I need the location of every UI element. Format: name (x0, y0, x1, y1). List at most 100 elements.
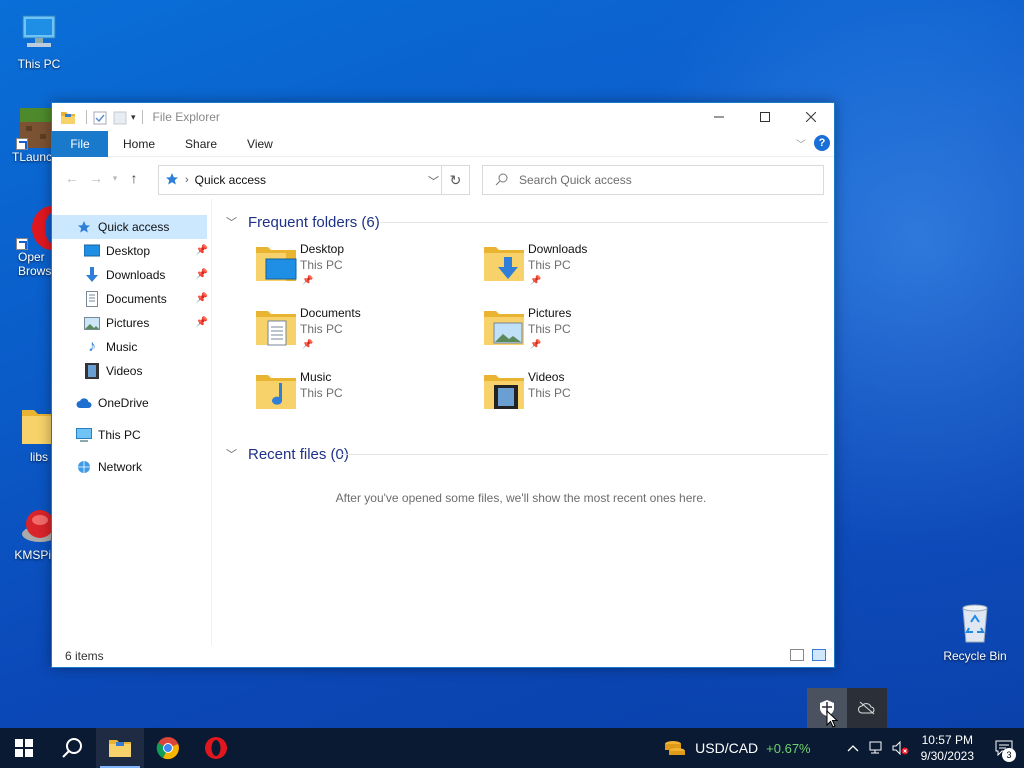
currency-change: +0.67% (766, 740, 811, 756)
network-monitor-icon[interactable] (865, 741, 889, 755)
folder-tile-downloads[interactable]: Downloads This PC 📌 (482, 241, 710, 291)
folder-tile-pictures[interactable]: Pictures This PC 📌 (482, 305, 710, 355)
breadcrumb[interactable]: Quick access (195, 173, 266, 187)
sidebar-item-pictures[interactable]: Pictures 📌 (52, 311, 212, 335)
breadcrumb-chevron-icon[interactable]: › (185, 174, 189, 186)
action-center-button[interactable]: 3 (984, 728, 1024, 768)
tab-home[interactable]: Home (108, 137, 170, 151)
title-bar[interactable]: ▾ File Explorer (52, 103, 834, 131)
properties-icon[interactable] (93, 111, 107, 125)
address-dropdown-chevron-icon[interactable]: ﹀ (428, 173, 439, 189)
desktop-icon-this-pc[interactable]: This PC (0, 10, 78, 71)
frequent-folders-grid: Desktop This PC 📌 Downloads This PC 📌 Do… (220, 233, 834, 419)
notification-count-badge: 3 (1002, 748, 1016, 762)
divider (380, 222, 828, 223)
onedrive-offline-icon[interactable] (847, 688, 887, 728)
details-view-button[interactable] (790, 649, 804, 661)
frequent-folders-header[interactable]: ﹀ Frequent folders (6) (220, 211, 834, 233)
minimize-button[interactable] (696, 103, 742, 131)
sidebar-item-label: Downloads (106, 268, 166, 282)
folder-name: Videos (528, 370, 565, 384)
back-arrow-icon[interactable]: ← (60, 170, 84, 186)
windows-logo-icon (15, 739, 33, 757)
close-button[interactable] (788, 103, 834, 131)
sidebar-item-music[interactable]: ♪ Music (52, 335, 212, 359)
refresh-button[interactable]: ↻ (441, 166, 469, 194)
taskbar: USD/CAD +0.67% 10:57 PM 9/30/2023 3 (0, 728, 1024, 768)
pictures-folder-icon (482, 305, 528, 351)
tray-overflow-popup (807, 688, 887, 728)
help-button[interactable]: ? (814, 135, 830, 151)
cloud-icon (76, 395, 92, 411)
search-box[interactable] (482, 165, 824, 195)
pin-icon[interactable]: 📌 (196, 269, 208, 280)
clock-time: 10:57 PM (921, 733, 973, 747)
opera-icon (205, 737, 227, 759)
desktop-icon (84, 243, 100, 259)
expand-ribbon-chevron-icon[interactable]: ﹀ (796, 136, 806, 151)
show-hidden-icons-chevron-icon[interactable] (841, 744, 865, 752)
tab-view[interactable]: View (232, 137, 288, 151)
navigation-bar: ← → ▾ ↑ › Quick access ﹀ ↻ (52, 157, 834, 199)
music-folder-icon (254, 369, 300, 415)
ribbon-tabs: File Home Share View ﹀ ? (52, 130, 834, 157)
sidebar-item-label: Quick access (98, 220, 170, 234)
address-bar[interactable]: › Quick access ﹀ ↻ (158, 165, 470, 195)
taskbar-chrome[interactable] (144, 728, 192, 768)
sidebar-item-videos[interactable]: Videos (52, 359, 212, 383)
desktop-icon-recycle-bin[interactable]: Recycle Bin (936, 602, 1014, 663)
sidebar-item-label: Pictures (106, 316, 150, 330)
desktop-icon-label: This PC (17, 57, 61, 71)
sidebar-item-quick-access[interactable]: Quick access (52, 215, 207, 239)
volume-muted-icon[interactable] (889, 741, 913, 755)
pin-icon[interactable]: 📌 (196, 317, 208, 328)
pin-icon[interactable]: 📌 (196, 245, 208, 256)
status-bar: 6 items (52, 645, 834, 667)
up-arrow-icon[interactable]: ↑ (122, 170, 146, 186)
folder-tile-desktop[interactable]: Desktop This PC 📌 (254, 241, 482, 291)
sidebar-item-this-pc[interactable]: This PC (52, 423, 212, 447)
sidebar-item-documents[interactable]: Documents 📌 (52, 287, 212, 311)
recycle-bin-icon (953, 602, 997, 646)
sidebar-item-onedrive[interactable]: OneDrive (52, 391, 212, 415)
customize-toolbar-chevron-icon[interactable]: ▾ (131, 112, 136, 123)
sidebar-item-network[interactable]: Network (52, 455, 212, 479)
search-input[interactable] (519, 173, 799, 187)
computer-icon (17, 10, 61, 54)
sidebar-item-label: Music (106, 340, 138, 354)
new-folder-icon[interactable] (113, 111, 127, 125)
collapse-chevron-icon[interactable]: ﹀ (226, 446, 240, 462)
divider (86, 110, 87, 124)
taskbar-opera[interactable] (192, 728, 240, 768)
minecraft-block-icon (16, 106, 56, 150)
recent-locations-chevron-icon[interactable]: ▾ (108, 173, 122, 184)
download-arrow-icon (84, 267, 100, 283)
currency-ticker-widget[interactable]: USD/CAD +0.67% (663, 738, 811, 758)
folder-location: This PC (300, 386, 343, 400)
pin-icon[interactable]: 📌 (196, 293, 208, 304)
search-button[interactable] (48, 728, 96, 768)
tab-share[interactable]: Share (170, 137, 232, 151)
folder-tile-documents[interactable]: Documents This PC 📌 (254, 305, 482, 355)
quick-access-star-icon (165, 172, 179, 189)
recent-files-header[interactable]: ﹀ Recent files (0) (220, 443, 834, 465)
folder-tile-music[interactable]: Music This PC (254, 369, 482, 419)
start-button[interactable] (0, 728, 48, 768)
folder-tile-videos[interactable]: Videos This PC (482, 369, 710, 419)
star-icon (76, 219, 92, 235)
computer-icon (76, 427, 92, 443)
system-clock[interactable]: 10:57 PM 9/30/2023 (921, 732, 974, 764)
sidebar-item-desktop[interactable]: Desktop 📌 (52, 239, 212, 263)
search-icon (62, 738, 82, 758)
taskbar-file-explorer[interactable] (96, 728, 144, 768)
maximize-button[interactable] (742, 103, 788, 131)
divider (141, 110, 143, 124)
group-title: Recent files (0) (248, 445, 349, 463)
collapse-chevron-icon[interactable]: ﹀ (226, 214, 240, 230)
folder-name: Downloads (528, 242, 588, 256)
tab-file[interactable]: File (52, 130, 108, 157)
large-icons-view-button[interactable] (812, 649, 826, 661)
forward-arrow-icon[interactable]: → (84, 170, 108, 186)
item-count: 6 items (65, 649, 104, 663)
sidebar-item-downloads[interactable]: Downloads 📌 (52, 263, 212, 287)
